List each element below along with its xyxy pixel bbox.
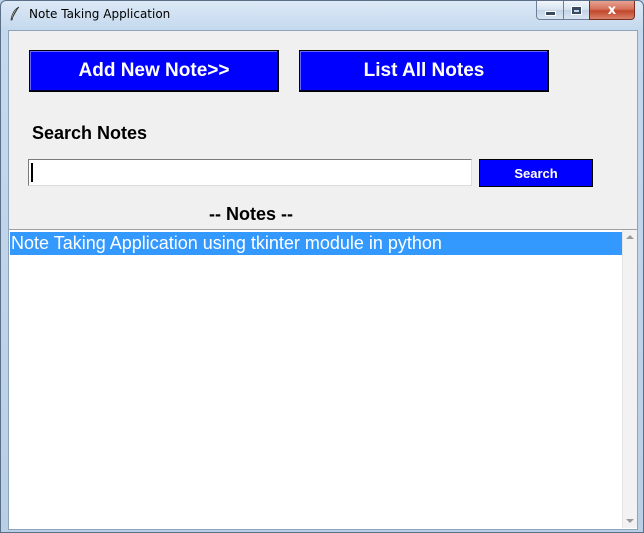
scroll-up-button[interactable] [623,230,637,244]
minimize-icon [544,10,556,16]
maximize-button[interactable] [563,1,590,20]
search-notes-label: Search Notes [32,123,148,143]
scroll-down-button[interactable] [623,514,637,528]
window-title: Note Taking Application [29,7,171,21]
search-button[interactable]: Search [479,159,593,187]
list-item[interactable]: Note Taking Application using tkinter mo… [10,232,624,255]
minimize-button[interactable] [536,1,564,20]
close-button[interactable]: x [589,1,635,20]
vertical-scrollbar[interactable] [622,230,637,528]
search-input[interactable] [28,159,472,186]
text-caret [31,163,33,182]
app-content: Add New Note>> List All Notes Search Not… [8,30,638,530]
notes-listbox[interactable]: Note Taking Application using tkinter mo… [9,229,637,529]
chevron-up-icon [626,235,634,239]
list-all-notes-button[interactable]: List All Notes [299,50,549,92]
maximize-icon [571,5,582,15]
title-bar[interactable]: Note Taking Application x [1,1,643,27]
notes-heading: -- Notes -- [209,204,293,224]
feather-icon [10,6,20,21]
add-new-note-button[interactable]: Add New Note>> [29,50,279,92]
chevron-down-icon [626,519,634,523]
app-window: Note Taking Application x Add New Note>>… [0,0,644,533]
close-icon: x [607,2,617,18]
